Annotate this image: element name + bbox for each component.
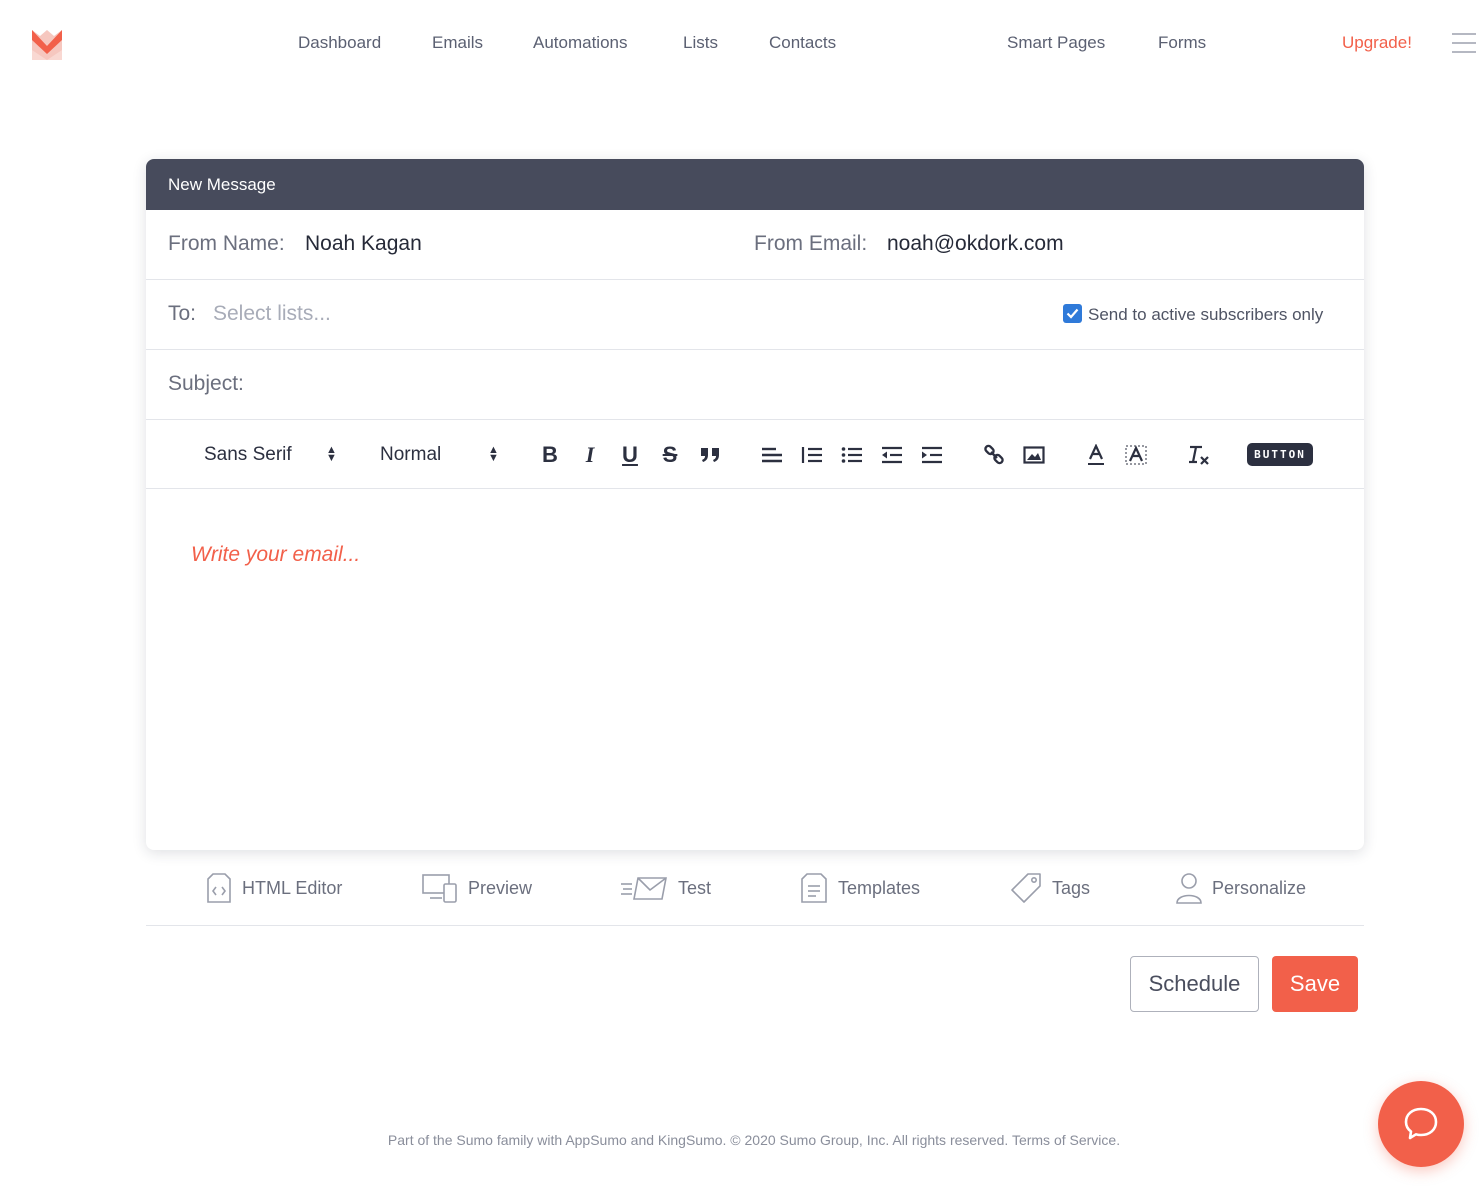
select-lists-input[interactable]: Select lists... bbox=[213, 302, 331, 326]
clear-formatting-button[interactable] bbox=[1184, 420, 1212, 489]
font-size-value: Normal bbox=[380, 443, 442, 465]
highlight-color-icon bbox=[1125, 444, 1147, 464]
test-label: Test bbox=[678, 877, 712, 898]
nav-emails[interactable]: Emails bbox=[432, 32, 483, 54]
nav-dashboard[interactable]: Dashboard bbox=[298, 32, 381, 54]
select-arrows-icon: ▲ ▼ bbox=[326, 444, 337, 464]
checkmark-icon bbox=[1066, 308, 1079, 319]
nav-lists[interactable]: Lists bbox=[683, 32, 718, 54]
from-name-field[interactable]: Noah Kagan bbox=[305, 232, 422, 256]
outdent-icon bbox=[882, 446, 902, 463]
test-action[interactable]: Test bbox=[620, 870, 711, 906]
schedule-button[interactable]: Schedule bbox=[1130, 956, 1259, 1012]
subject-label: Subject: bbox=[168, 372, 244, 395]
from-row: From Name: Noah Kagan From Email: noah@o… bbox=[146, 210, 1364, 280]
to-row: To: Select lists... Send to active subsc… bbox=[146, 280, 1364, 350]
text-color-icon bbox=[1088, 443, 1104, 465]
html-editor-label: HTML Editor bbox=[242, 877, 343, 898]
bold-button[interactable]: B bbox=[536, 420, 564, 489]
text-color-button[interactable] bbox=[1082, 420, 1110, 489]
underline-button[interactable]: U bbox=[616, 420, 644, 489]
align-left-icon bbox=[762, 447, 782, 462]
bullet-list-icon bbox=[841, 446, 862, 463]
chat-bubble-icon bbox=[1404, 1107, 1438, 1140]
select-arrows-icon: ▲ ▼ bbox=[488, 444, 499, 464]
new-message-card: New Message From Name: Noah Kagan From E… bbox=[146, 159, 1364, 850]
blockquote-button[interactable] bbox=[696, 420, 724, 489]
tags-action[interactable]: Tags bbox=[1010, 870, 1090, 906]
from-email-field[interactable]: noah@okdork.com bbox=[887, 232, 1064, 256]
clear-format-icon bbox=[1189, 445, 1209, 465]
indent-icon bbox=[922, 446, 942, 463]
tags-label: Tags bbox=[1052, 877, 1091, 898]
chat-launcher-button[interactable] bbox=[1378, 1081, 1464, 1167]
from-email-label: From Email: bbox=[754, 232, 868, 255]
preview-action[interactable]: Preview bbox=[422, 870, 532, 906]
strikethrough-button[interactable]: S bbox=[656, 420, 684, 489]
user-icon bbox=[1176, 873, 1202, 904]
tag-icon bbox=[1011, 873, 1041, 903]
bullet-list-button[interactable] bbox=[838, 420, 866, 489]
quote-icon bbox=[701, 447, 719, 462]
save-button[interactable]: Save bbox=[1272, 956, 1358, 1012]
subject-row[interactable]: Subject: bbox=[146, 350, 1364, 420]
background-color-button[interactable] bbox=[1122, 420, 1150, 489]
footer-text: Part of the Sumo family with AppSumo and… bbox=[387, 1132, 1121, 1148]
templates-label: Templates bbox=[838, 877, 921, 898]
font-family-value: Sans Serif bbox=[204, 443, 292, 465]
font-family-select[interactable]: Sans Serif ▲ ▼ bbox=[204, 420, 344, 489]
button-badge: BUTTON bbox=[1247, 443, 1313, 466]
image-icon bbox=[1023, 445, 1045, 464]
sumo-logo-icon bbox=[32, 30, 62, 60]
template-document-icon bbox=[801, 873, 827, 903]
image-button[interactable] bbox=[1020, 420, 1048, 489]
ordered-list-icon bbox=[801, 446, 822, 463]
email-body-placeholder: Write your email... bbox=[191, 543, 361, 566]
templates-action[interactable]: Templates bbox=[800, 870, 920, 906]
nav-smart-pages[interactable]: Smart Pages bbox=[1007, 32, 1105, 54]
sumo-logo[interactable] bbox=[28, 26, 66, 64]
to-label: To: bbox=[168, 302, 197, 325]
preview-label: Preview bbox=[468, 877, 533, 898]
indent-button[interactable] bbox=[918, 420, 946, 489]
align-button[interactable] bbox=[758, 420, 786, 489]
nav-automations[interactable]: Automations bbox=[533, 32, 628, 54]
ordered-list-button[interactable] bbox=[798, 420, 826, 489]
personalize-action[interactable]: Personalize bbox=[1176, 870, 1306, 906]
nav-forms[interactable]: Forms bbox=[1158, 32, 1206, 54]
email-body-editor[interactable]: Write your email... bbox=[146, 489, 1364, 849]
personalize-label: Personalize bbox=[1212, 877, 1307, 898]
action-bar-divider bbox=[146, 925, 1364, 926]
insert-button-button[interactable]: BUTTON bbox=[1246, 420, 1314, 489]
menu-icon[interactable] bbox=[1452, 33, 1476, 53]
font-size-select[interactable]: Normal ▲ ▼ bbox=[380, 420, 505, 489]
formatting-toolbar: Sans Serif ▲ ▼ Normal ▲ ▼ B I U S BUTTON bbox=[146, 420, 1364, 489]
active-subscribers-checkbox[interactable] bbox=[1063, 304, 1082, 323]
html-editor-action[interactable]: HTML Editor bbox=[206, 870, 342, 906]
outdent-button[interactable] bbox=[878, 420, 906, 489]
nav-contacts[interactable]: Contacts bbox=[769, 32, 836, 54]
devices-icon bbox=[422, 874, 457, 903]
code-file-icon bbox=[207, 873, 231, 903]
card-header-title: New Message bbox=[146, 159, 1364, 210]
send-mail-icon bbox=[621, 877, 667, 900]
link-button[interactable] bbox=[980, 420, 1008, 489]
from-name-label: From Name: bbox=[168, 232, 285, 255]
link-icon bbox=[984, 444, 1004, 464]
active-subscribers-label[interactable]: Send to active subscribers only bbox=[1088, 305, 1323, 325]
italic-button[interactable]: I bbox=[576, 420, 604, 489]
nav-upgrade-link[interactable]: Upgrade! bbox=[1342, 32, 1412, 54]
